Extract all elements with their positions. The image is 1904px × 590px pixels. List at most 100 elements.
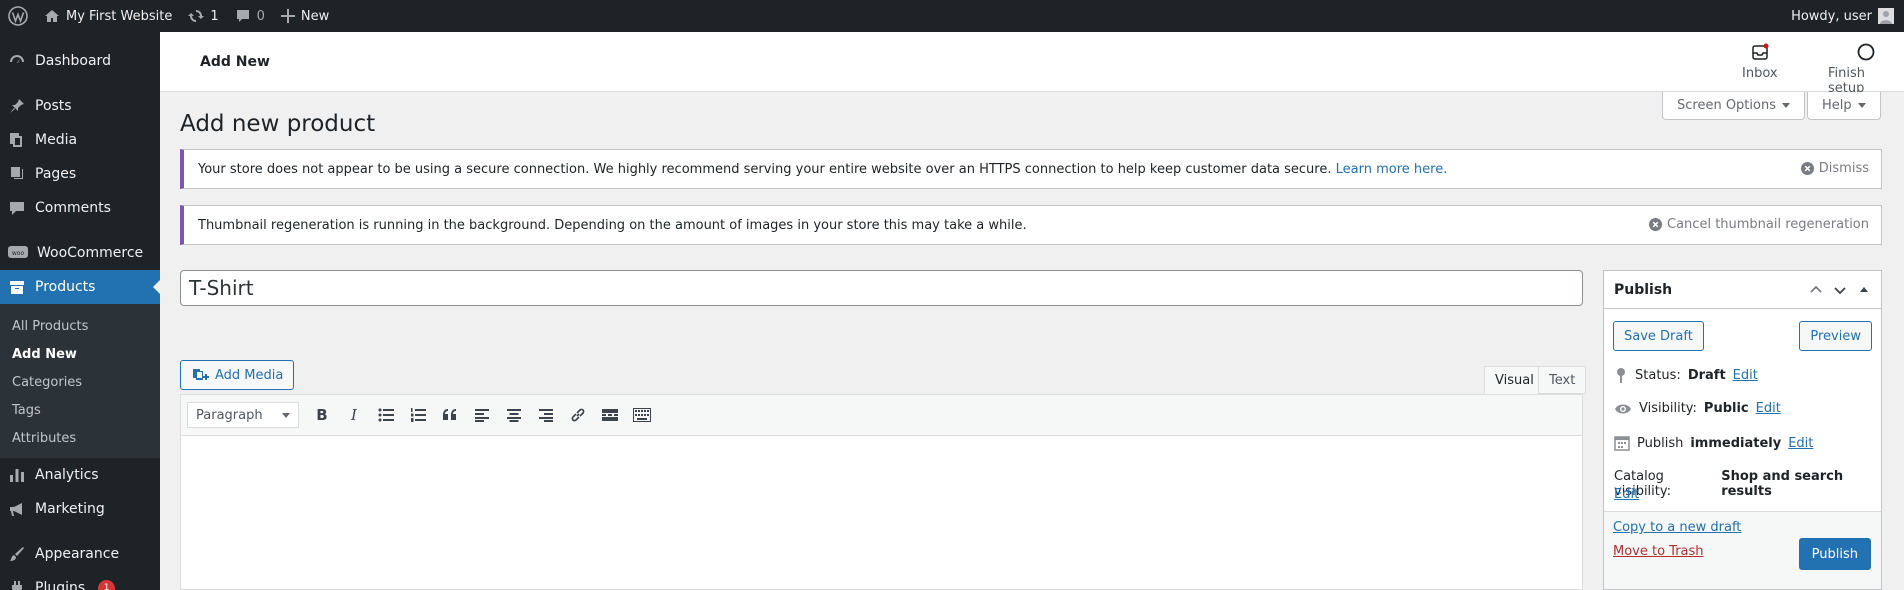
visibility-value: Public [1703,401,1749,416]
align-center-button[interactable] [499,400,529,430]
align-right-button[interactable] [531,400,561,430]
screen-options-label: Screen Options [1677,98,1776,113]
collapse-toggle-icon[interactable] [1855,281,1873,299]
sidebar-item-dashboard[interactable]: Dashboard [0,44,160,78]
publish-value: immediately [1690,435,1782,451]
inbox-label: Inbox [1742,66,1778,81]
sidebar-item-appearance[interactable]: Appearance [0,537,160,571]
calendar-icon [1614,436,1630,451]
sidebar-item-comments[interactable]: Comments [0,191,160,225]
update-icon [188,10,205,22]
blockquote-button[interactable] [435,400,465,430]
sidebar-item-label: WooCommerce [37,245,144,261]
toolbar-toggle-button[interactable] [627,400,657,430]
preview-button[interactable]: Preview [1799,321,1872,351]
sidebar-item-label: Marketing [35,501,105,517]
submenu-add-new[interactable]: Add New [0,340,160,368]
avatar [1878,8,1894,24]
products-submenu: All Products Add New Categories Tags Att… [0,304,160,458]
plugin-icon [12,581,22,590]
sidebar-item-analytics[interactable]: Analytics [0,458,160,492]
align-left-icon [475,409,489,422]
new-content-link[interactable]: New [273,0,337,32]
publish-button[interactable]: Publish [1798,538,1871,570]
site-name-link[interactable]: My First Website [36,0,180,32]
sidebar-item-woocommerce[interactable]: woo WooCommerce [0,236,160,270]
sidebar-item-label: Dashboard [35,53,111,69]
edit-catalog-visibility-link[interactable]: Edit [1614,487,1639,502]
inbox-button[interactable]: Inbox [1742,42,1778,81]
numbered-list-button[interactable] [403,400,433,430]
link-icon [571,408,585,422]
edit-status-link[interactable]: Edit [1733,368,1758,383]
comments-count: 0 [256,8,265,24]
bullet-list-icon [378,408,394,422]
read-more-button[interactable] [595,400,625,430]
product-title-input[interactable]: T-Shirt [180,270,1583,306]
align-left-button[interactable] [467,400,497,430]
publish-label: Publish [1637,435,1684,451]
comments-link[interactable]: 0 [227,0,273,32]
sidebar-item-label: Posts [35,98,72,114]
thumbnail-regeneration-notice: Thumbnail regeneration is running in the… [180,205,1882,245]
screen-options-button[interactable]: Screen Options [1662,92,1805,120]
updates-link[interactable]: 1 [180,0,226,32]
pages-icon [11,167,23,179]
edit-visibility-link[interactable]: Edit [1756,401,1781,416]
finish-setup-button[interactable]: Finish setup [1828,42,1904,96]
sidebar-item-label: Media [35,132,78,148]
sidebar-item-products[interactable]: Products [0,270,161,304]
submenu-tags[interactable]: Tags [0,396,160,424]
add-media-button[interactable]: Add Media [180,360,295,390]
comment-icon [236,10,249,22]
megaphone-icon [10,503,22,516]
publish-heading: Publish [1614,281,1673,298]
help-button[interactable]: Help [1807,92,1881,120]
sidebar-item-label: Comments [35,200,111,216]
move-up-icon[interactable] [1807,281,1825,299]
move-to-trash-link[interactable]: Move to Trash [1613,544,1704,559]
sidebar-item-posts[interactable]: Posts [0,89,160,123]
dismiss-button[interactable]: Dismiss [1800,161,1869,176]
plugins-update-badge: 1 [98,579,116,590]
sidebar-item-plugins[interactable]: Plugins 1 [0,571,160,590]
caret-down-icon [1857,103,1866,108]
sidebar-item-label: Plugins [35,580,86,590]
status-label: Status: [1635,367,1681,383]
format-select[interactable]: Paragraph [187,402,299,428]
bold-button[interactable]: B [307,400,337,430]
cancel-icon [1649,218,1663,231]
comments-icon [10,202,24,215]
italic-button[interactable]: I [339,400,369,430]
brush-icon [10,547,24,561]
edit-date-link[interactable]: Edit [1788,436,1813,451]
submenu-attributes[interactable]: Attributes [0,424,160,452]
save-draft-button[interactable]: Save Draft [1613,321,1704,351]
tab-visual[interactable]: Visual [1484,366,1545,394]
my-account-link[interactable]: Howdy, user [1783,0,1904,32]
sidebar-item-label: Analytics [35,467,99,483]
woocommerce-header: Add New Inbox Finish setup [160,32,1904,96]
wordpress-logo-icon[interactable] [0,0,36,32]
align-center-icon [507,409,521,422]
learn-more-link[interactable]: Learn more here. [1336,162,1448,177]
inbox-icon [1752,43,1769,60]
help-label: Help [1822,98,1852,113]
submenu-all-products[interactable]: All Products [0,312,160,340]
move-down-icon[interactable] [1831,281,1849,299]
sidebar-item-pages[interactable]: Pages [0,157,160,191]
tab-text[interactable]: Text [1538,366,1587,394]
content-editor: Paragraph B I [180,394,1583,590]
sidebar-item-media[interactable]: Media [0,123,160,157]
copy-to-draft-link[interactable]: Copy to a new draft [1613,520,1741,535]
sidebar-item-marketing[interactable]: Marketing [0,492,160,526]
insert-link-button[interactable] [563,400,593,430]
add-media-label: Add Media [215,367,284,383]
home-icon [45,10,59,22]
archive-icon [10,281,24,294]
submenu-categories[interactable]: Categories [0,368,160,396]
catalog-visibility-row: Catalog visibility: Shop and search resu… [1614,469,1881,499]
italic-icon: I [351,406,357,424]
bullet-list-button[interactable] [371,400,401,430]
cancel-regeneration-button[interactable]: Cancel thumbnail regeneration [1649,217,1869,232]
